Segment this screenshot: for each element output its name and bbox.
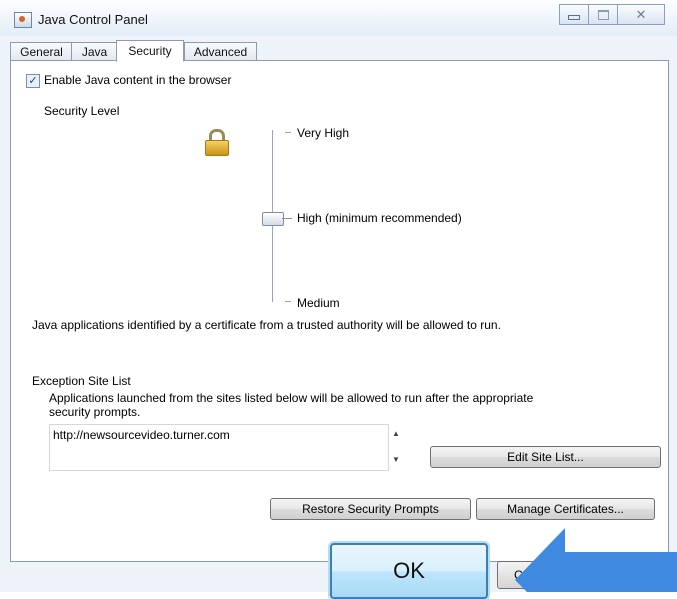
- maximize-icon: [597, 9, 609, 20]
- level-very-high-label: Very High: [297, 126, 350, 140]
- tab-java[interactable]: Java: [71, 42, 118, 61]
- enable-java-label[interactable]: Enable Java content in the browser: [44, 73, 231, 87]
- close-icon: ✕: [635, 6, 647, 22]
- exception-description-line2: security prompts.: [49, 405, 141, 419]
- window-title: Java Control Panel: [38, 12, 148, 27]
- tab-general[interactable]: General: [10, 42, 73, 61]
- level-medium-label: Medium: [297, 296, 340, 310]
- scroll-up-icon[interactable]: ▲: [392, 429, 400, 438]
- exception-site-listbox[interactable]: http://newsourcevideo.turner.com: [49, 424, 389, 471]
- tab-security[interactable]: Security: [116, 40, 184, 62]
- java-control-panel-window: Java Control Panel ✕ General Java Securi…: [0, 0, 677, 599]
- title-bar: Java Control Panel ✕: [0, 0, 677, 36]
- tab-advanced[interactable]: Advanced: [184, 42, 257, 61]
- window-controls: ✕: [559, 4, 665, 25]
- lock-icon: [205, 129, 229, 156]
- edit-site-list-button[interactable]: Edit Site List...: [430, 446, 661, 468]
- restore-security-prompts-button[interactable]: Restore Security Prompts: [270, 498, 471, 520]
- exception-description-line1: Applications launched from the sites lis…: [49, 391, 534, 405]
- exception-site-list-heading: Exception Site List: [32, 374, 131, 388]
- level-high-label: High (minimum recommended): [297, 211, 462, 225]
- ok-button[interactable]: OK: [330, 543, 488, 599]
- minimize-icon: [568, 14, 580, 20]
- maximize-button[interactable]: [588, 4, 618, 25]
- manage-certificates-button[interactable]: Manage Certificates...: [476, 498, 655, 520]
- security-level-slider-thumb[interactable]: [262, 212, 296, 226]
- slider-tick: [285, 132, 291, 133]
- security-level-heading: Security Level: [44, 104, 120, 118]
- minimize-button[interactable]: [559, 4, 589, 25]
- security-level-description: Java applications identified by a certif…: [32, 318, 501, 332]
- list-item[interactable]: http://newsourcevideo.turner.com: [53, 428, 230, 442]
- enable-java-checkbox[interactable]: ✓: [26, 74, 40, 88]
- slider-tick: [285, 301, 291, 302]
- java-app-icon: [14, 12, 32, 28]
- close-button[interactable]: ✕: [617, 4, 665, 25]
- pointer-arrow-icon: [515, 528, 677, 592]
- scroll-down-icon[interactable]: ▼: [392, 455, 400, 464]
